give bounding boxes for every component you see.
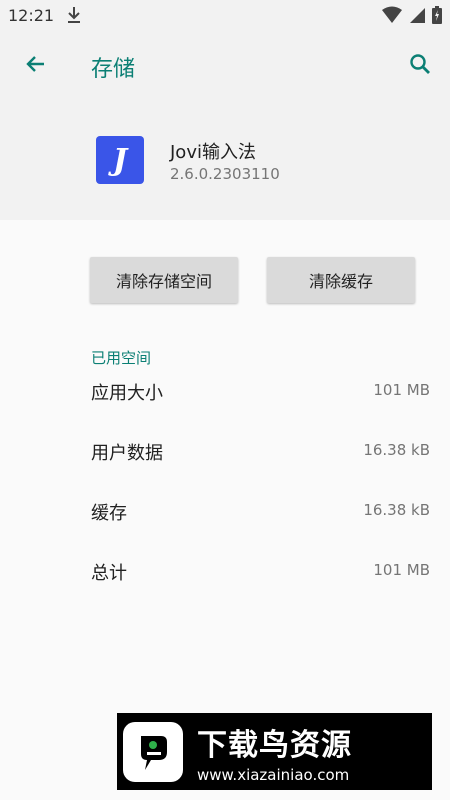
app-icon: J xyxy=(96,136,144,184)
storage-row-total: 总计 101 MB xyxy=(0,553,450,593)
row-value: 16.38 kB xyxy=(363,501,430,519)
storage-row-app-size: 应用大小 101 MB xyxy=(0,373,450,413)
status-time: 12:21 xyxy=(8,6,55,25)
page-title: 存储 xyxy=(91,57,136,82)
storage-row-cache: 缓存 16.38 kB xyxy=(0,493,450,533)
search-icon xyxy=(408,52,432,80)
row-label: 缓存 xyxy=(91,503,127,524)
status-bar: 12:21 xyxy=(0,0,450,32)
arrow-back-icon xyxy=(24,52,48,80)
watermark-text: 下载鸟资源 www.xiazainiao.com xyxy=(197,720,352,784)
app-header: J Jovi输入法 2.6.0.2303110 xyxy=(0,100,450,220)
download-icon xyxy=(66,6,82,28)
bird-logo-icon xyxy=(123,721,183,782)
watermark-title: 下载鸟资源 xyxy=(197,727,352,763)
search-button[interactable] xyxy=(402,48,438,84)
clear-storage-button[interactable]: 清除存储空间 xyxy=(90,257,238,303)
row-label: 用户数据 xyxy=(91,443,163,464)
battery-icon xyxy=(432,6,442,28)
status-icons xyxy=(382,6,442,28)
app-name: Jovi输入法 xyxy=(170,142,256,163)
app-version: 2.6.0.2303110 xyxy=(170,165,280,183)
watermark-url: www.xiazainiao.com xyxy=(197,765,350,784)
app-bar: 存储 xyxy=(0,32,450,100)
section-header-used-space: 已用空间 xyxy=(91,349,152,367)
row-label: 总计 xyxy=(91,563,127,584)
wifi-icon xyxy=(382,6,402,28)
row-value: 101 MB xyxy=(373,381,430,399)
watermark-banner: 下载鸟资源 www.xiazainiao.com xyxy=(117,713,432,790)
signal-icon xyxy=(408,6,426,28)
row-value: 101 MB xyxy=(373,561,430,579)
storage-row-user-data: 用户数据 16.38 kB xyxy=(0,433,450,473)
back-button[interactable] xyxy=(18,48,54,84)
clear-cache-button[interactable]: 清除缓存 xyxy=(267,257,415,303)
row-label: 应用大小 xyxy=(91,383,163,404)
row-value: 16.38 kB xyxy=(363,441,430,459)
